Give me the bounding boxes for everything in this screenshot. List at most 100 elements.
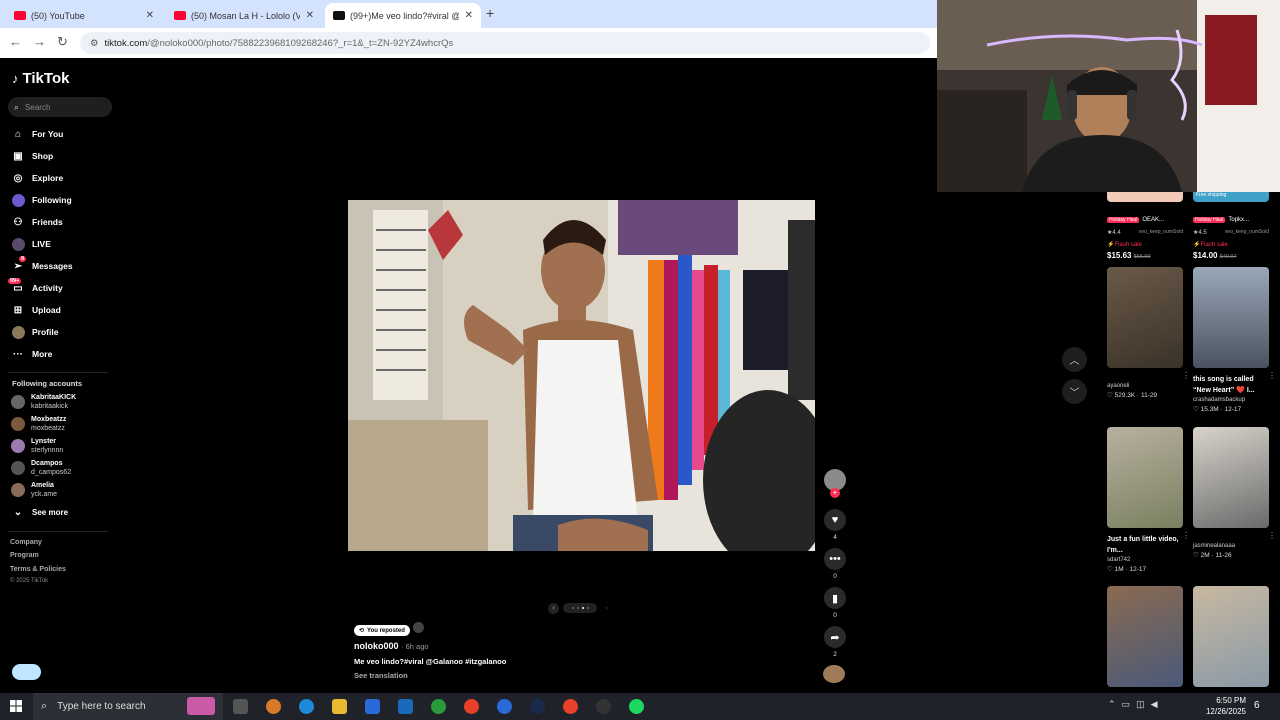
task-view-icon[interactable] <box>233 699 248 714</box>
following-account[interactable]: KabritaaKICK kabritaakick <box>11 393 76 411</box>
carousel-dot[interactable] <box>586 607 589 609</box>
shop-product-card[interactable]: Holiday Haul OEAK... ★4.4 veo_keep_numSol… <box>1107 192 1183 260</box>
close-tab-icon[interactable]: ✕ <box>146 10 154 21</box>
account-name: Amelia <box>31 482 54 489</box>
related-video-card[interactable]: this song is called “New Heart” ❤️ I... … <box>1193 267 1276 413</box>
footer-link-company[interactable]: Company <box>10 539 42 546</box>
search-input[interactable]: ⌕ Search <box>8 97 112 117</box>
follow-plus-icon[interactable]: + <box>830 488 840 498</box>
nav-friends[interactable]: ⚇ Friends <box>11 215 63 229</box>
carousel-prev-button[interactable]: ‹ <box>548 602 559 614</box>
next-post-button[interactable]: ﹀ <box>1062 379 1087 404</box>
taskbar-clock[interactable]: 6:50 PM 12/26/2025 <box>1196 695 1246 717</box>
share-icon[interactable]: ➦ <box>824 626 846 648</box>
get-app-button[interactable] <box>12 664 41 680</box>
obs-icon[interactable] <box>596 699 611 714</box>
nav-explore[interactable]: ◎ Explore <box>11 171 64 185</box>
avatar <box>11 439 25 453</box>
tab-youtube-video[interactable]: (50) Mosan La H - Lololo (Vide ✕ <box>166 3 322 28</box>
tiktok-logo[interactable]: ♪ TikTok <box>12 70 69 87</box>
heart-icon: ♡ <box>1107 392 1113 399</box>
nav-upload[interactable]: ⊞ Upload <box>11 303 61 317</box>
carousel-dot[interactable] <box>581 607 584 609</box>
carousel-dots[interactable] <box>563 603 597 613</box>
taskbar-search-input[interactable]: ⌕ Type here to search <box>33 693 223 720</box>
edge-icon[interactable] <box>299 699 314 714</box>
shop-product-card[interactable]: Free shipping Holiday Haul Topkx... ★4.5 … <box>1193 192 1269 260</box>
reload-icon[interactable]: ↻ <box>57 34 68 50</box>
account-handle: moxbeatzz <box>31 425 65 432</box>
nav-live[interactable]: LIVE <box>11 237 51 251</box>
related-video-card[interactable] <box>1107 586 1183 687</box>
copilot-icon[interactable] <box>266 699 281 714</box>
carousel-dot[interactable] <box>571 607 574 609</box>
nav-shop[interactable]: ▣ Shop <box>11 149 53 163</box>
nav-profile[interactable]: Profile <box>11 325 58 339</box>
see-translation-link[interactable]: See translation <box>354 671 654 680</box>
chrome-icon[interactable] <box>464 699 479 714</box>
volume-icon[interactable]: ◀ <box>1151 699 1158 710</box>
forward-icon[interactable]: → <box>33 34 46 49</box>
nav-label: Profile <box>32 327 59 337</box>
related-video-card[interactable]: Just a fun little video, I'm... sdart742… <box>1107 427 1190 573</box>
messages-icon: ➢ 9 <box>13 256 27 272</box>
battery-icon[interactable]: ▭ <box>1122 699 1131 710</box>
windows-start-icon[interactable] <box>10 700 22 712</box>
network-icon[interactable]: ◫ <box>1136 699 1145 710</box>
related-video-card[interactable] <box>1193 586 1269 687</box>
xbox-icon[interactable] <box>431 699 446 714</box>
more-options-icon[interactable]: ⋮ <box>1182 371 1190 380</box>
following-account[interactable]: Lynster sterlynnnn <box>11 437 63 455</box>
previous-post-button[interactable]: ︿ <box>1062 347 1087 372</box>
spotify-icon[interactable] <box>629 699 644 714</box>
heart-icon[interactable]: ♥ <box>824 509 846 531</box>
back-icon[interactable]: ← <box>9 34 22 49</box>
comment-icon[interactable]: ••• <box>824 548 846 570</box>
related-video-card[interactable]: jasminealanaaa ♡ 2M · 11-26 ⋮ <box>1193 427 1276 559</box>
nav-for-you[interactable]: ⌂ For You <box>11 127 63 141</box>
post-author[interactable]: noloko000 · 6h ago <box>354 641 654 651</box>
following-account[interactable]: Amelia yck.ame <box>11 481 57 499</box>
related-video-card[interactable]: ayaoneli ♡ 529.3K · 11-29 ⋮ <box>1107 267 1190 399</box>
carousel-dot[interactable] <box>576 607 579 609</box>
sound-avatar[interactable] <box>823 665 845 683</box>
reposter-avatar[interactable] <box>412 622 424 634</box>
tab-tiktok[interactable]: (99+)Me veo lindo?#viral @Gal ✕ <box>325 3 481 28</box>
close-tab-icon[interactable]: ✕ <box>465 10 473 21</box>
more-options-icon[interactable]: ⋮ <box>1268 371 1276 380</box>
bookmark-icon[interactable]: ▮ <box>824 587 846 609</box>
file-explorer-icon[interactable] <box>332 699 347 714</box>
notification-icon[interactable]: 6 <box>1254 700 1260 711</box>
following-account[interactable]: Dcampos d_campos62 <box>11 459 71 477</box>
more-options-icon[interactable]: ⋮ <box>1182 531 1190 540</box>
url-input[interactable]: ⚙ tiktok.com/@noloko000/photo/7588223968… <box>80 32 930 54</box>
chrome-icon[interactable] <box>563 699 578 714</box>
discord-icon[interactable] <box>497 699 512 714</box>
steam-icon[interactable] <box>530 699 545 714</box>
footer-link-terms[interactable]: Terms & Policies <box>10 566 66 573</box>
nav-following[interactable]: Following <box>11 193 72 207</box>
product-rating: 4.5 <box>1198 230 1207 236</box>
footer-link-program[interactable]: Program <box>10 552 39 559</box>
new-tab-button[interactable]: + <box>486 5 494 21</box>
post-photo[interactable] <box>348 200 815 551</box>
nav-messages[interactable]: ➢ 9 Messages <box>11 256 73 273</box>
tiktok-sidebar: ♪ TikTok ⌕ Search ⌂ For You ▣ Shop ◎ Exp… <box>0 58 125 693</box>
mail-icon[interactable] <box>398 699 413 714</box>
carousel-next-button[interactable]: › <box>601 603 612 614</box>
see-more-button[interactable]: ⌄ See more <box>11 505 68 519</box>
following-account[interactable]: Moxbeatzz moxbeatzz <box>11 415 66 433</box>
reposted-badge[interactable]: ⟲ You reposted <box>354 625 410 636</box>
more-options-icon[interactable]: ⋮ <box>1268 531 1276 540</box>
tiktok-note-icon: ♪ <box>12 71 19 86</box>
chevron-up-icon[interactable]: ⌃ <box>1108 699 1116 710</box>
share-count: 2 <box>833 651 837 658</box>
system-tray: ⌃ ▭ ◫ ◀ <box>1108 699 1158 710</box>
site-info-icon[interactable]: ⚙ <box>90 38 99 49</box>
close-tab-icon[interactable]: ✕ <box>306 10 314 21</box>
tab-youtube[interactable]: (50) YouTube ✕ <box>6 3 162 28</box>
nav-more[interactable]: ··· More <box>11 347 52 361</box>
nav-activity[interactable]: ▭ 99+ Activity <box>8 278 63 295</box>
store-icon[interactable] <box>365 699 380 714</box>
video-title: Just a fun little video, I'm... <box>1107 536 1179 554</box>
